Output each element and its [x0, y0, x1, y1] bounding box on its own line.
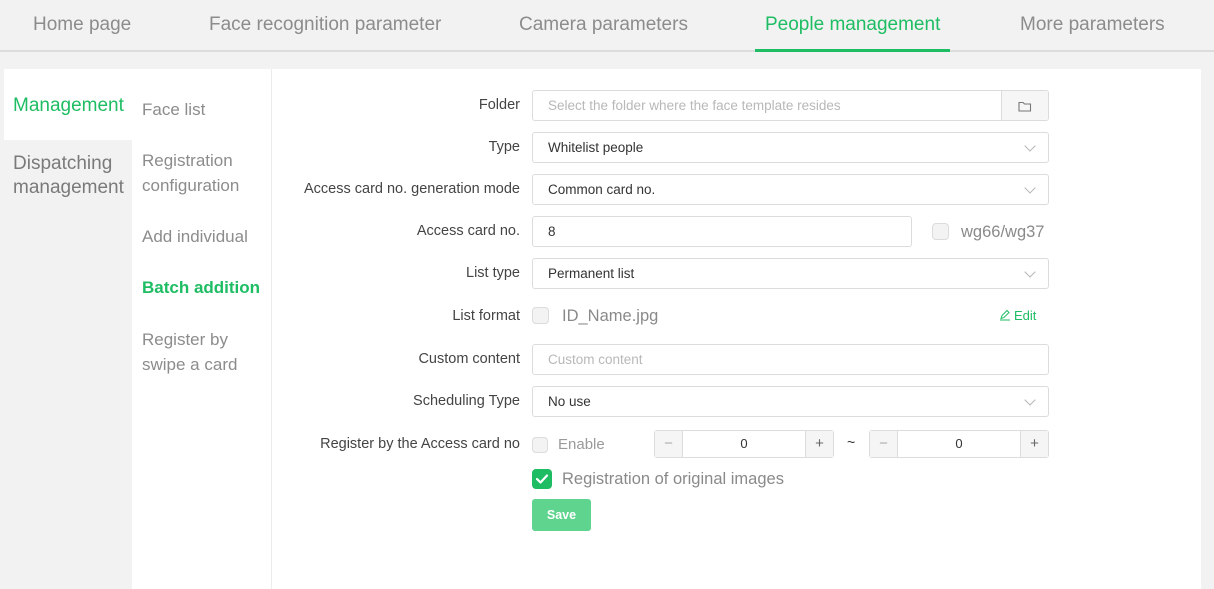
range-separator: ~	[847, 434, 856, 450]
card-no-input[interactable]: 8	[532, 216, 912, 247]
list-type-select[interactable]: Permanent list	[532, 258, 1049, 289]
chevron-down-icon	[1024, 182, 1036, 194]
folder-field[interactable]: Select the folder where the face templat…	[532, 90, 1049, 121]
left-tab-management[interactable]: Management	[4, 69, 132, 140]
left-tabs: Management Dispatching management	[4, 69, 132, 589]
range-from-value[interactable]: 0	[683, 431, 805, 457]
range-to-value[interactable]: 0	[898, 431, 1020, 457]
scheduling-value: No use	[548, 394, 591, 409]
increment-button[interactable]: +	[1020, 431, 1048, 457]
chevron-down-icon	[1024, 140, 1036, 152]
enable-checkbox[interactable]	[532, 437, 548, 453]
enable-label: Enable	[558, 436, 605, 453]
card-mode-value: Common card no.	[548, 182, 656, 197]
folder-icon	[1018, 101, 1032, 112]
type-value: Whitelist people	[548, 140, 644, 155]
chevron-down-icon	[1024, 266, 1036, 278]
custom-content-input[interactable]	[532, 344, 1049, 375]
list-format-value: ID_Name.jpg	[562, 307, 659, 325]
tab-camera-parameters[interactable]: Camera parameters	[519, 0, 688, 50]
top-navigation: Home page Face recognition parameter Cam…	[0, 0, 1214, 52]
register-card-label: Register by the Access card no	[320, 436, 520, 452]
list-format-checkbox[interactable]	[532, 307, 549, 324]
check-icon	[535, 474, 549, 484]
increment-button[interactable]: +	[805, 431, 833, 457]
card-mode-select[interactable]: Common card no.	[532, 174, 1049, 205]
submenu-item-batch-addition[interactable]: Batch addition	[142, 275, 272, 300]
folder-placeholder: Select the folder where the face templat…	[548, 98, 841, 113]
custom-content-text[interactable]	[548, 345, 960, 374]
edit-label: Edit	[1014, 308, 1037, 323]
left-tab-dispatching-management[interactable]: Dispatching management	[4, 152, 132, 200]
tab-people-management[interactable]: People management	[754, 0, 951, 52]
custom-content-label: Custom content	[418, 351, 520, 367]
type-select[interactable]: Whitelist people	[532, 132, 1049, 163]
submenu-item-registration-configuration[interactable]: Registration configuration	[142, 148, 272, 198]
decrement-button[interactable]: −	[655, 431, 683, 457]
decrement-button[interactable]: −	[870, 431, 898, 457]
chevron-down-icon	[1024, 394, 1036, 406]
tab-home-page[interactable]: Home page	[33, 0, 131, 50]
list-format-label: List format	[452, 308, 520, 324]
original-images-label: Registration of original images	[562, 470, 784, 488]
original-images-checkbox[interactable]	[532, 469, 552, 489]
tab-face-recognition-parameter[interactable]: Face recognition parameter	[209, 0, 441, 50]
type-label: Type	[488, 139, 520, 155]
list-type-label: List type	[466, 265, 520, 281]
save-button[interactable]: Save	[532, 499, 591, 531]
card-no-label: Access card no.	[416, 223, 520, 239]
submenu-item-face-list[interactable]: Face list	[142, 97, 272, 122]
submenu-item-register-by-swipe-card[interactable]: Register by swipe a card	[142, 327, 272, 377]
card-range-from-stepper[interactable]: − 0 +	[654, 430, 834, 458]
tab-more-parameters[interactable]: More parameters	[1020, 0, 1165, 50]
list-type-value: Permanent list	[548, 266, 635, 281]
folder-browse-button[interactable]	[1001, 91, 1048, 120]
pencil-icon	[1000, 309, 1010, 321]
submenu-item-add-individual[interactable]: Add individual	[142, 224, 272, 249]
card-mode-label: Access card no. generation mode	[303, 181, 520, 197]
wg-checkbox[interactable]	[932, 223, 949, 240]
scheduling-select[interactable]: No use	[532, 386, 1049, 417]
card-range-to-stepper[interactable]: − 0 +	[869, 430, 1049, 458]
wg-checkbox-label: wg66/wg37	[961, 223, 1045, 241]
sub-menu: Face list Registration configuration Add…	[132, 69, 272, 589]
scheduling-label: Scheduling Type	[413, 393, 520, 409]
folder-label: Folder	[478, 97, 520, 113]
card-no-value: 8	[548, 224, 556, 239]
edit-button[interactable]: Edit	[999, 307, 1036, 325]
